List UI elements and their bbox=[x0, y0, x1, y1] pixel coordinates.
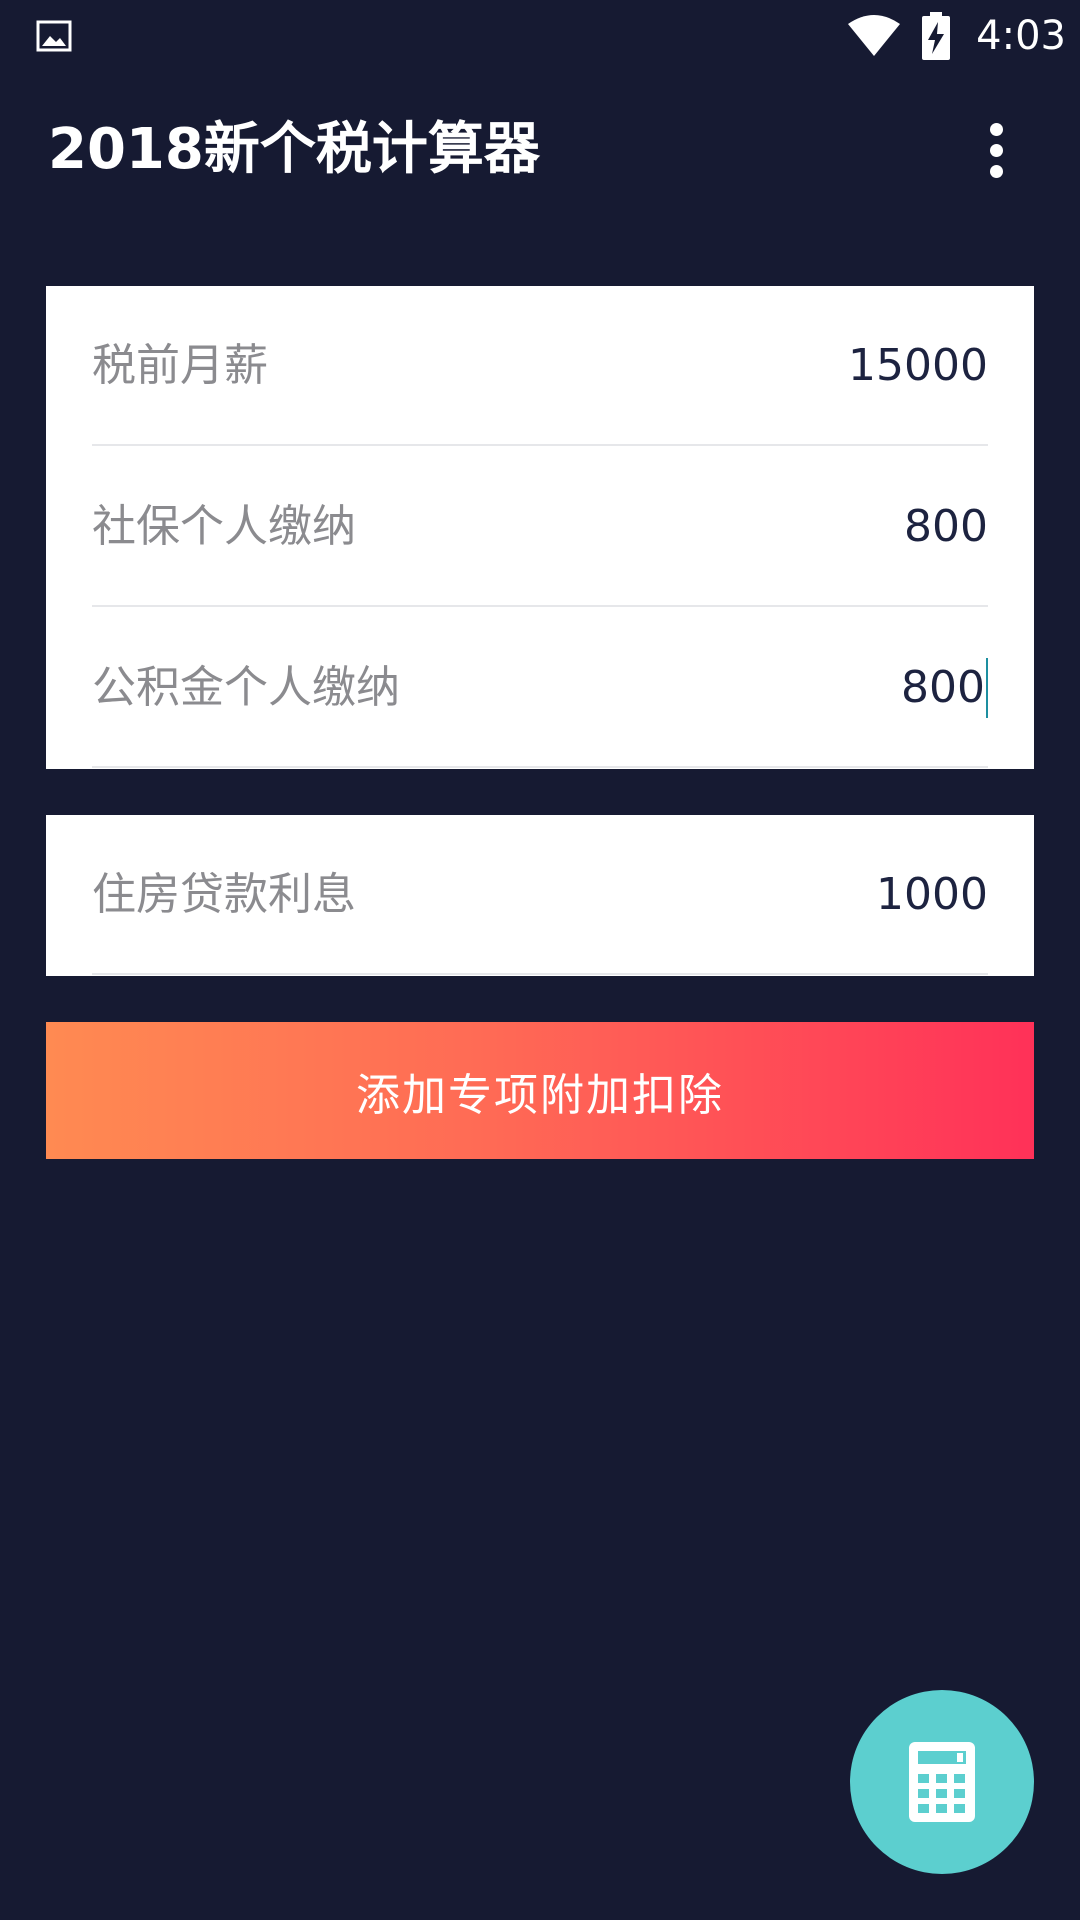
mortgage-interest-field[interactable]: 1000 bbox=[876, 865, 988, 925]
input-row-mortgage-interest[interactable]: 住房贷款利息 1000 bbox=[92, 815, 988, 975]
salary-input-card: 税前月薪 15000 社保个人缴纳 800 公积金个人缴纳 800 bbox=[46, 286, 1034, 769]
more-vert-icon-dot bbox=[989, 164, 1003, 178]
more-vert-icon bbox=[989, 122, 1003, 136]
input-row-pretax-salary[interactable]: 税前月薪 15000 bbox=[92, 286, 988, 446]
calculate-fab-button[interactable] bbox=[850, 1690, 1034, 1874]
add-special-deduction-button[interactable]: 添加专项附加扣除 bbox=[46, 1022, 1034, 1159]
pretax-salary-field[interactable]: 15000 bbox=[848, 336, 988, 396]
app-bar: 2018新个税计算器 bbox=[0, 72, 1080, 240]
battery-charging-icon bbox=[922, 12, 950, 60]
calculator-icon bbox=[909, 1742, 975, 1822]
page-title: 2018新个税计算器 bbox=[48, 117, 540, 182]
gallery-icon bbox=[36, 20, 72, 52]
more-vert-icon-dot bbox=[989, 143, 1003, 157]
input-label: 税前月薪 bbox=[92, 340, 268, 391]
more-options-button[interactable] bbox=[966, 120, 1026, 180]
housing-fund-field[interactable]: 800 bbox=[901, 658, 988, 718]
status-time: 4:03 bbox=[976, 13, 1066, 59]
input-label: 社保个人缴纳 bbox=[92, 501, 356, 552]
status-bar: 4:03 bbox=[0, 0, 1080, 72]
input-row-social-insurance[interactable]: 社保个人缴纳 800 bbox=[92, 447, 988, 607]
social-insurance-field[interactable]: 800 bbox=[904, 497, 988, 557]
wifi-icon bbox=[848, 15, 900, 56]
input-row-housing-fund[interactable]: 公积金个人缴纳 800 bbox=[92, 608, 988, 768]
input-label: 公积金个人缴纳 bbox=[92, 662, 400, 713]
special-deduction-card: 住房贷款利息 1000 bbox=[46, 815, 1034, 976]
input-label: 住房贷款利息 bbox=[92, 869, 356, 920]
